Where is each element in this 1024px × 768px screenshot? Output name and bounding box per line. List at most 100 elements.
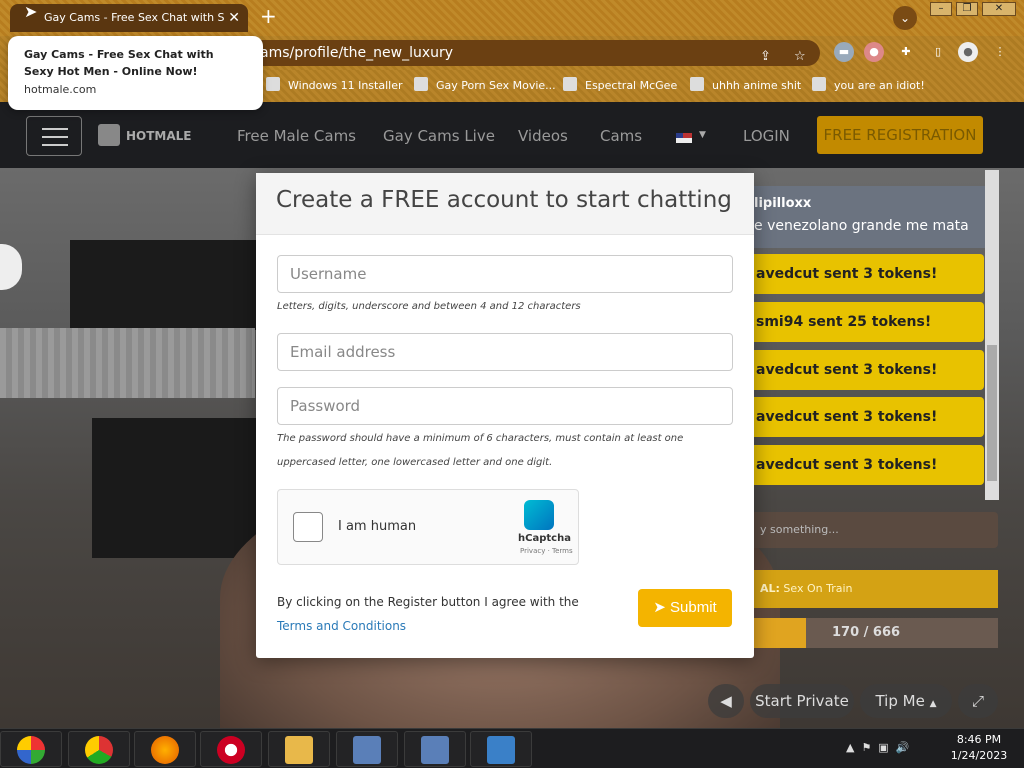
installer-icon bbox=[421, 736, 449, 764]
terms-link[interactable]: Terms and Conditions bbox=[277, 619, 406, 633]
chat-scrollbar[interactable] bbox=[985, 170, 999, 500]
installer-icon bbox=[353, 736, 381, 764]
mouse-cursor-icon: ➤ bbox=[24, 2, 38, 21]
submit-button[interactable]: ➤ Submit bbox=[638, 589, 732, 627]
scrollbar-thumb[interactable] bbox=[987, 345, 997, 481]
tip-notification: avedcut sent 3 tokens! bbox=[740, 397, 984, 437]
bookmark-favicon-icon bbox=[690, 77, 704, 91]
login-link[interactable]: LOGIN bbox=[743, 127, 790, 145]
tooltip-title-line2: Sexy Hot Men - Online Now! bbox=[24, 65, 198, 78]
chat-panel: avedcut sent 3 tokens! smi94 sent 25 tok… bbox=[740, 168, 1000, 548]
taskbar-explorer[interactable] bbox=[268, 731, 330, 767]
tab-title: Gay Cams - Free Sex Chat with S bbox=[44, 11, 225, 24]
hcaptcha-logo-icon bbox=[524, 500, 554, 530]
tip-me-button[interactable]: Tip Me ▲ bbox=[860, 684, 952, 718]
browser-titlebar: Gay Cams - Free Sex Chat with S ✕ + ⌄ – … bbox=[0, 0, 1024, 36]
new-tab-button[interactable]: + bbox=[260, 4, 277, 28]
profile-extension-icon[interactable]: ● bbox=[864, 42, 884, 62]
tooltip-domain: hotmale.com bbox=[24, 83, 97, 96]
nav-link-gay-cams-live[interactable]: Gay Cams Live bbox=[383, 127, 495, 145]
bookmark-item[interactable]: Windows 11 Installer bbox=[266, 77, 403, 92]
windows-taskbar: ▲ ⚑ ▣ 🔊 8:46 PM 1/24/2023 bbox=[0, 728, 1024, 768]
chevron-down-icon[interactable]: ▼ bbox=[699, 130, 706, 140]
goal-text: Sex On Train bbox=[783, 582, 853, 595]
username-input[interactable] bbox=[277, 255, 733, 293]
taskbar-installer-1[interactable] bbox=[336, 731, 398, 767]
bookmark-favicon-icon bbox=[563, 77, 577, 91]
paper-plane-icon: ➤ bbox=[653, 599, 666, 616]
folder-icon bbox=[285, 736, 313, 764]
maximize-button[interactable]: ❐ bbox=[956, 2, 978, 16]
logo-icon bbox=[98, 124, 120, 146]
bookmark-favicon-icon bbox=[266, 77, 280, 91]
share-icon[interactable]: ⇪ bbox=[760, 44, 771, 70]
photo-icon bbox=[487, 736, 515, 764]
caret-up-icon: ▲ bbox=[929, 699, 937, 709]
agree-text: By clicking on the Register button I agr… bbox=[277, 595, 579, 609]
start-button[interactable] bbox=[0, 731, 62, 767]
url-text: ams/profile/the_new_luxury bbox=[260, 45, 454, 61]
account-icon[interactable]: ● bbox=[958, 42, 978, 62]
goal-banner: AL: Sex On Train bbox=[740, 570, 998, 608]
puzzle-icon[interactable]: ✚ bbox=[896, 42, 916, 62]
menu-icon[interactable]: ⋮ bbox=[990, 42, 1010, 62]
firefox-icon bbox=[151, 736, 179, 764]
bookmark-item[interactable]: Espectral McGee bbox=[563, 77, 677, 92]
site-logo[interactable]: HOTMALE bbox=[98, 124, 192, 146]
username-help: Letters, digits, underscore and between … bbox=[277, 301, 581, 312]
email-input[interactable] bbox=[277, 333, 733, 371]
bookmark-favicon-icon bbox=[812, 77, 826, 91]
tip-notification: avedcut sent 3 tokens! bbox=[740, 350, 984, 390]
extension-icon[interactable]: ▬ bbox=[834, 42, 854, 62]
system-tray-icons[interactable]: ▲ ⚑ ▣ 🔊 bbox=[846, 741, 909, 754]
start-private-button[interactable]: Start Private bbox=[750, 684, 854, 718]
bookmark-item[interactable]: Gay Porn Sex Movie... bbox=[414, 77, 556, 92]
nav-link-videos[interactable]: Videos bbox=[518, 127, 568, 145]
kitchen-cabinets bbox=[70, 240, 270, 330]
bookmark-item[interactable]: you are an idiot! bbox=[812, 77, 925, 92]
hamburger-menu-button[interactable] bbox=[26, 116, 82, 156]
chat-input[interactable]: y something... bbox=[740, 512, 998, 548]
goal-progress-bar: 170 / 666 bbox=[740, 618, 998, 648]
bookmark-item[interactable]: uhhh anime shit bbox=[690, 77, 801, 92]
goal-label: AL: bbox=[760, 582, 780, 595]
progress-text: 170 / 666 bbox=[832, 625, 901, 640]
kitchen-lower-cabinets bbox=[92, 418, 267, 558]
modal-title: Create a FREE account to start chatting bbox=[256, 173, 754, 235]
kitchen-backsplash bbox=[0, 328, 255, 398]
password-help: The password should have a minimum of 6 … bbox=[277, 433, 684, 468]
nav-link-cams[interactable]: Cams bbox=[600, 127, 642, 145]
opera-icon bbox=[217, 736, 245, 764]
fullscreen-icon[interactable]: ⤢ bbox=[958, 684, 998, 718]
wall-clock bbox=[0, 244, 22, 290]
taskbar-firefox[interactable] bbox=[134, 731, 196, 767]
minimize-button[interactable]: – bbox=[930, 2, 952, 16]
tip-notification: smi94 sent 25 tokens! bbox=[740, 302, 984, 342]
taskbar-clock[interactable]: 8:46 PM 1/24/2023 bbox=[944, 732, 1014, 764]
free-registration-button[interactable]: FREE REGISTRATION bbox=[817, 116, 983, 154]
taskbar-photo-viewer[interactable] bbox=[470, 731, 532, 767]
password-input[interactable] bbox=[277, 387, 733, 425]
registration-modal: Create a FREE account to start chatting … bbox=[256, 173, 754, 658]
volume-icon[interactable]: ◀ bbox=[708, 684, 744, 718]
hcaptcha-links[interactable]: Privacy · Terms bbox=[520, 547, 573, 555]
start-orb-icon bbox=[17, 736, 45, 764]
bookmark-favicon-icon bbox=[414, 77, 428, 91]
clock-time: 8:46 PM bbox=[956, 733, 1002, 746]
hcaptcha-widget: I am human hCaptcha Privacy · Terms bbox=[277, 489, 579, 565]
taskbar-installer-2[interactable] bbox=[404, 731, 466, 767]
sidebar-icon[interactable]: ▯ bbox=[928, 42, 948, 62]
close-icon[interactable]: ✕ bbox=[228, 4, 240, 32]
nav-link-free-male-cams[interactable]: Free Male Cams bbox=[237, 127, 356, 145]
captcha-checkbox[interactable] bbox=[293, 512, 323, 542]
taskbar-opera[interactable] bbox=[200, 731, 262, 767]
tip-notification: avedcut sent 3 tokens! bbox=[740, 445, 984, 485]
star-icon[interactable]: ☆ bbox=[794, 44, 806, 70]
close-window-button[interactable]: ✕ bbox=[982, 2, 1016, 16]
us-flag-icon[interactable] bbox=[676, 133, 692, 143]
site-navbar: HOTMALE Free Male Cams Gay Cams Live Vid… bbox=[0, 102, 1024, 168]
taskbar-chrome[interactable] bbox=[68, 731, 130, 767]
browser-tab[interactable]: Gay Cams - Free Sex Chat with S ✕ bbox=[10, 4, 248, 32]
address-bar[interactable]: ams/profile/the_new_luxury ⇪ ☆ bbox=[190, 40, 820, 66]
chevron-down-icon[interactable]: ⌄ bbox=[893, 6, 917, 30]
